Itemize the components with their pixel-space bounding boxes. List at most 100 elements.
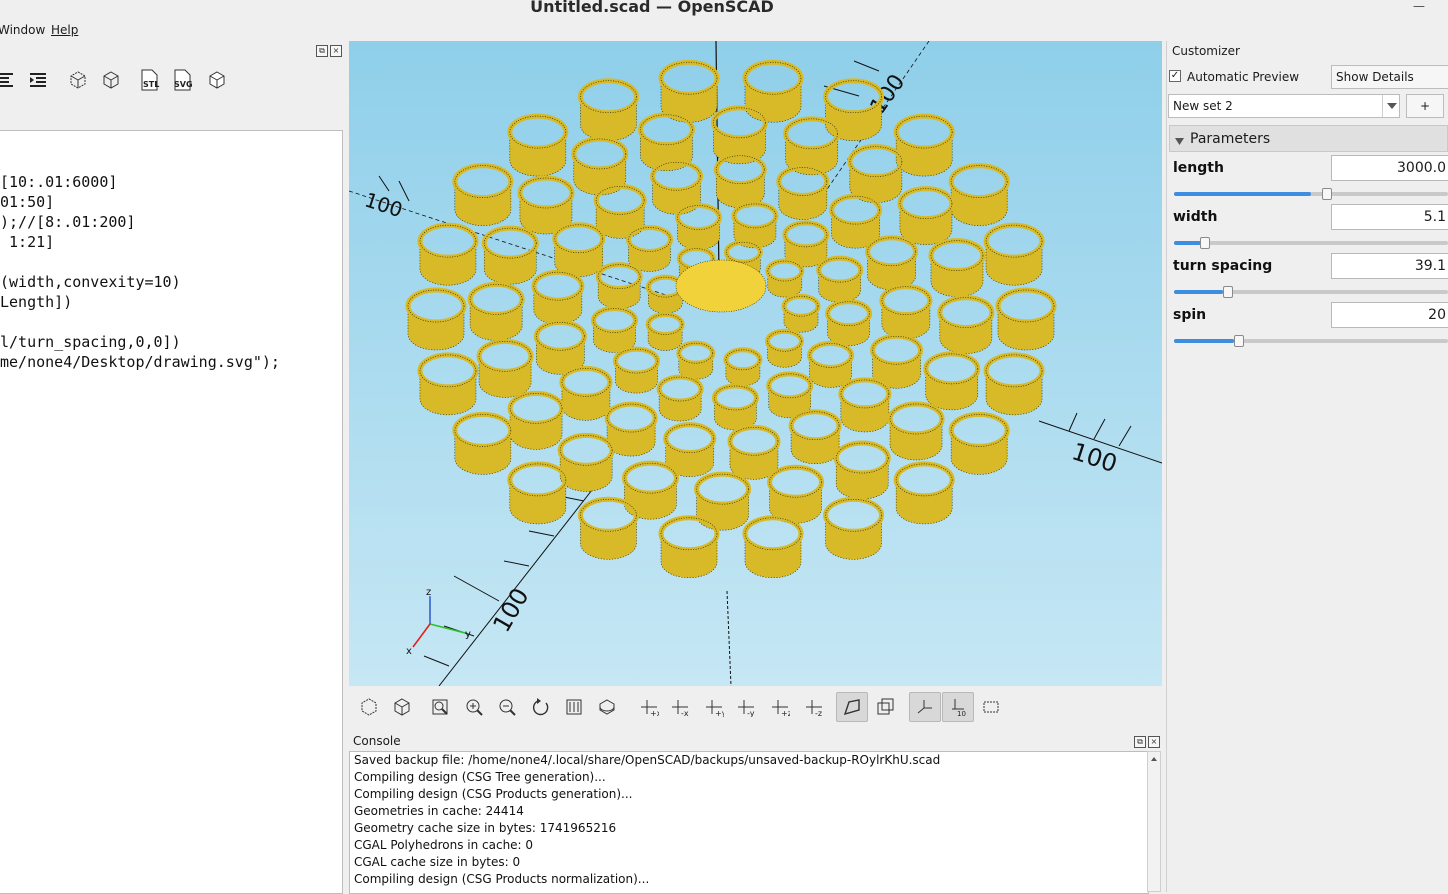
menu-help[interactable]: Help	[51, 23, 78, 37]
minimize-button[interactable]: —	[1413, 0, 1425, 13]
show-axes-icon[interactable]	[909, 692, 941, 722]
param-length-slider-handle[interactable]	[1322, 188, 1332, 200]
console-line: Compiling design (CSG Products generatio…	[354, 787, 633, 801]
param-spin-input[interactable]: 20	[1331, 302, 1448, 328]
indent-icon[interactable]	[25, 67, 51, 93]
3d-viewport[interactable]: 100 100 100 100 z y x	[349, 41, 1162, 686]
svg-text:-x: -x	[681, 709, 689, 717]
console-scrollbar[interactable]	[1147, 751, 1161, 892]
model-ring	[711, 383, 759, 431]
rotate-view-icon[interactable]	[594, 694, 620, 720]
model-ring	[533, 319, 587, 375]
export-stl-icon[interactable]: STL	[136, 67, 162, 93]
model-ring	[621, 460, 679, 520]
preview-icon[interactable]	[65, 67, 91, 93]
model-ring	[476, 338, 534, 398]
perspective-toggle-icon[interactable]	[836, 692, 868, 722]
model-ring	[595, 262, 643, 309]
details-select[interactable]: Show Details	[1331, 65, 1448, 89]
gizmo-x: x	[406, 646, 412, 657]
view-top-icon[interactable]: +z	[767, 694, 793, 720]
zoom-out-icon[interactable]	[494, 694, 520, 720]
model-ring	[507, 461, 569, 525]
view-left-icon[interactable]: -x	[667, 694, 693, 720]
customizer-title: Customizer	[1172, 44, 1240, 58]
perspective-icon[interactable]	[561, 694, 587, 720]
console-close-button[interactable]: ×	[1148, 736, 1160, 748]
param-width-slider[interactable]	[1174, 241, 1448, 245]
param-turn-spacing-slider-handle[interactable]	[1223, 286, 1233, 298]
axis-label: 100	[362, 188, 406, 223]
export-3d-icon[interactable]	[204, 67, 230, 93]
model-ring	[676, 340, 716, 380]
add-preset-button[interactable]: +	[1406, 94, 1444, 118]
param-length-label: length	[1173, 160, 1224, 176]
reset-view-icon[interactable]	[528, 694, 554, 720]
console-float-button[interactable]: ⧉	[1134, 736, 1146, 748]
editor-close-button[interactable]: ×	[330, 45, 342, 57]
model-ring	[742, 59, 804, 123]
zoom-in-icon[interactable]	[461, 694, 487, 720]
console-line: CGAL cache size in bytes: 0	[354, 855, 521, 869]
model-ring	[452, 411, 514, 475]
slider-fill	[1174, 192, 1311, 196]
model-ring	[723, 347, 763, 387]
code-line: );//[8:.01:200]	[0, 213, 136, 231]
code-line: (width,convexity=10)	[0, 273, 181, 291]
param-spin-label: spin	[1173, 307, 1207, 323]
preset-select[interactable]: New set 2	[1168, 94, 1400, 118]
model-ring	[983, 352, 1045, 416]
menu-bar	[0, 20, 1448, 41]
preview-view-icon[interactable]	[356, 694, 382, 720]
console-line: Compiling design (CSG Tree generation)..…	[354, 770, 606, 784]
param-spin-slider-handle[interactable]	[1234, 335, 1244, 347]
model-ring	[507, 390, 565, 450]
unindent-icon[interactable]	[0, 67, 16, 93]
model-ring	[590, 306, 638, 353]
chevron-down-icon[interactable]	[1382, 95, 1400, 117]
menu-window[interactable]: Window	[0, 23, 45, 37]
param-width-slider-handle[interactable]	[1200, 237, 1210, 249]
view-front-icon[interactable]: -y	[733, 694, 759, 720]
param-width-label: width	[1173, 209, 1218, 225]
param-spin-slider[interactable]	[1174, 339, 1448, 343]
model-ring	[788, 409, 842, 464]
orthogonal-toggle-icon[interactable]	[872, 694, 898, 720]
model-ring	[531, 269, 585, 325]
export-svg-icon[interactable]: SVG	[169, 67, 195, 93]
model-ring	[781, 293, 821, 333]
render-icon[interactable]	[98, 67, 124, 93]
model-ring	[417, 352, 479, 416]
model-ring	[507, 113, 569, 177]
view-back-icon[interactable]: +y	[701, 694, 727, 720]
model-ring	[893, 113, 955, 177]
automatic-preview-label: Automatic Preview	[1187, 70, 1300, 84]
view-right-icon[interactable]: +x	[636, 694, 662, 720]
console-title: Console	[353, 734, 401, 748]
render-view-icon[interactable]	[389, 694, 415, 720]
editor-float-button[interactable]: ⧉	[316, 45, 328, 57]
code-line: l/turn_spacing,0,0])	[0, 333, 181, 351]
axis-label: 100	[487, 583, 534, 637]
console-line: Saved backup file: /home/none4/.local/sh…	[354, 753, 941, 767]
console-line: CGAL Polyhedrons in cache: 0	[354, 838, 534, 852]
param-width-input[interactable]: 5.1	[1331, 204, 1448, 230]
view-bottom-icon[interactable]: -z	[801, 694, 827, 720]
view-all-icon[interactable]	[427, 694, 453, 720]
code-line: 01:50]	[0, 193, 55, 211]
collapse-triangle-icon[interactable]	[1175, 135, 1184, 149]
param-length-input[interactable]: 3000.0	[1331, 155, 1448, 181]
show-scale-markers-icon[interactable]: 10	[942, 692, 974, 722]
param-turn-spacing-input[interactable]: 39.1	[1331, 253, 1448, 279]
model-ring	[577, 78, 639, 141]
model-ring	[727, 424, 781, 480]
param-length-slider[interactable]	[1174, 192, 1448, 196]
show-edges-icon[interactable]	[978, 694, 1004, 720]
model-ring	[816, 255, 864, 303]
svg-text:10: 10	[957, 710, 966, 717]
console-output[interactable]: Saved backup file: /home/none4/.local/sh…	[349, 751, 1149, 894]
param-turn-spacing-slider[interactable]	[1174, 290, 1448, 294]
automatic-preview-checkbox[interactable]: ✓	[1169, 70, 1181, 82]
model-ring	[612, 346, 660, 394]
model-ring	[833, 440, 891, 500]
